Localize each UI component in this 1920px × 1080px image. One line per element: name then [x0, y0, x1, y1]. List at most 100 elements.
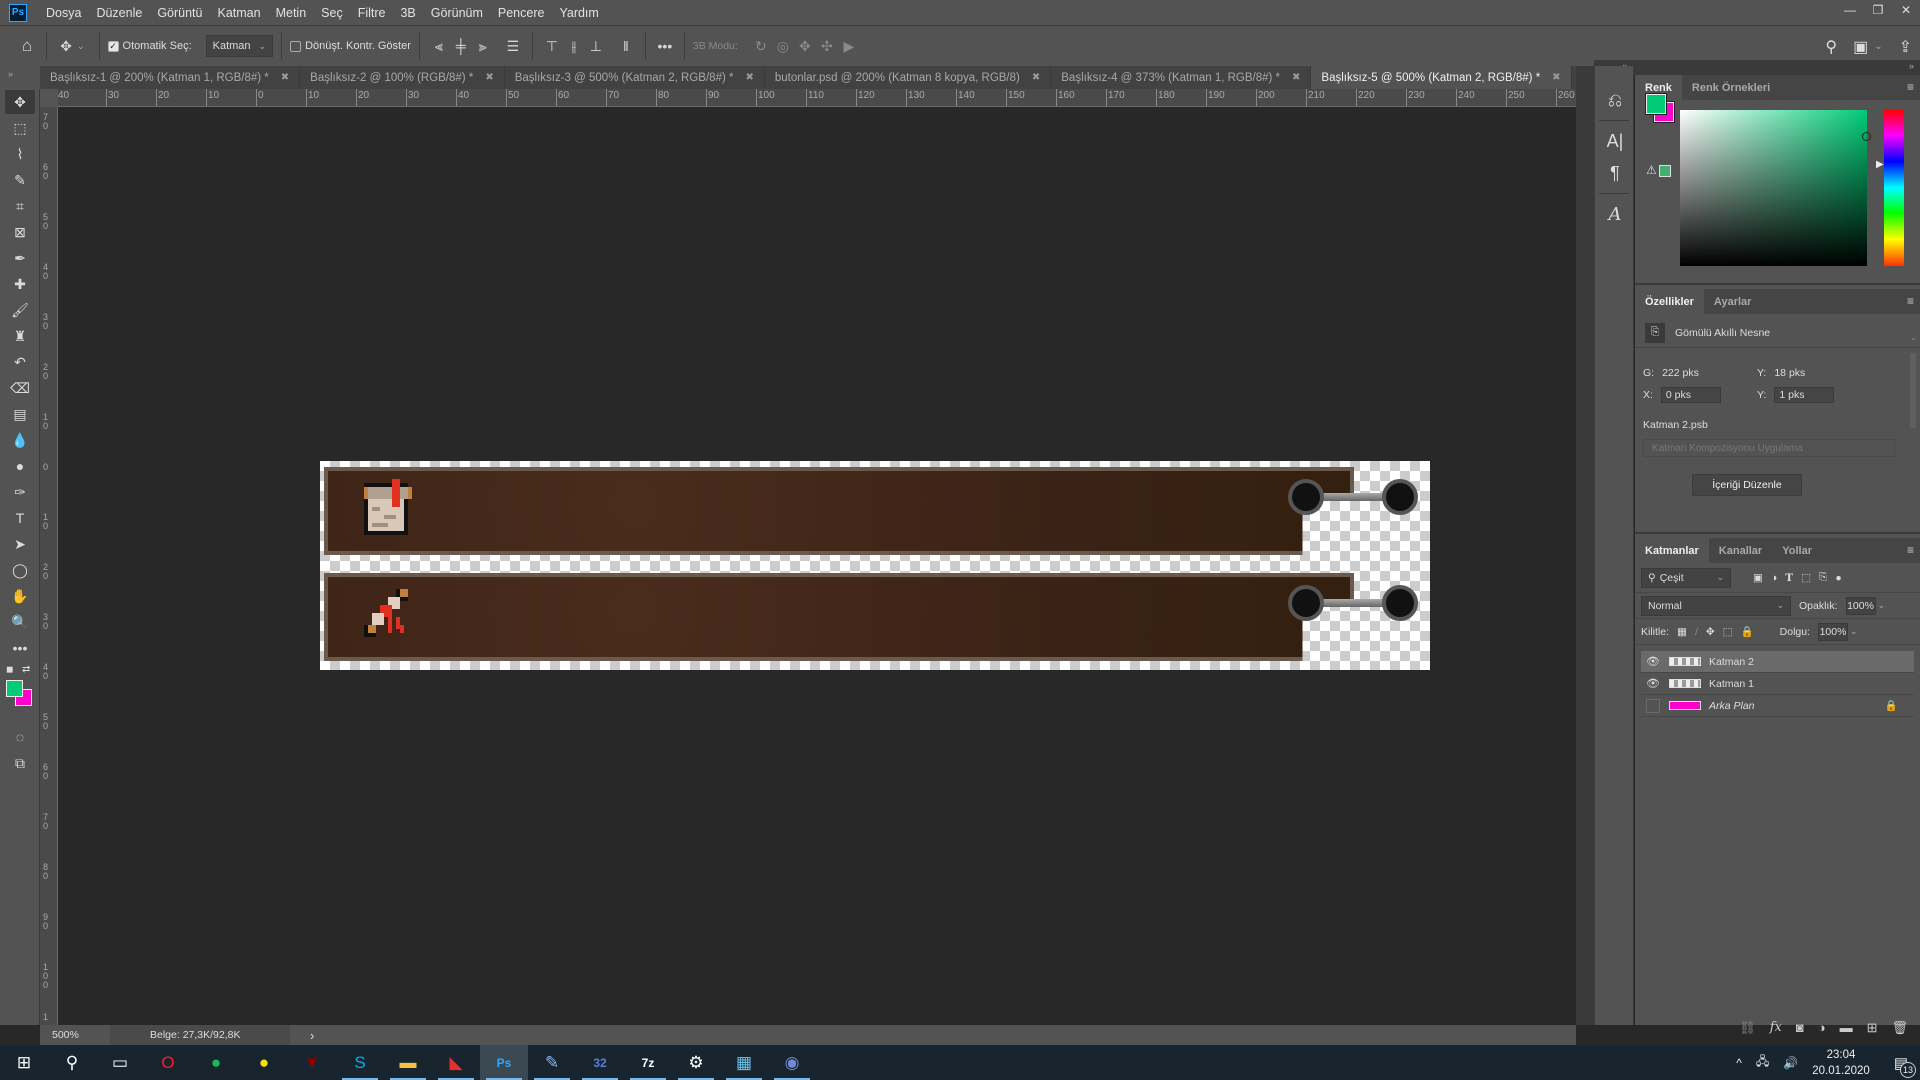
taskbar-paint-app-icon[interactable]: ✎ — [528, 1045, 576, 1080]
lock-all-icon[interactable]: 🔒 — [1741, 625, 1754, 638]
eyedropper-tool-icon[interactable]: ✒ — [5, 246, 35, 270]
auto-select-target-dropdown[interactable]: Katman ⌄ — [205, 35, 274, 57]
type-tool-icon[interactable]: T — [5, 506, 35, 530]
menu-sec[interactable]: Seç — [321, 6, 343, 20]
default-colors-icon[interactable]: ◼ — [6, 664, 13, 675]
taskbar-control-panel-icon[interactable]: ▦ — [720, 1045, 768, 1080]
distribute-horizontal-icon[interactable]: ‖ — [615, 38, 637, 54]
horizontal-ruler[interactable]: 40 30 20 10 0 10 20 30 40 50 60 70 80 90 100 110 120 130 1… — [58, 89, 1576, 107]
pan-3d-icon[interactable]: ✥ — [794, 38, 816, 55]
layer-row[interactable]: Arka Plan 🔒 — [1641, 695, 1914, 717]
distribute-vertical-icon[interactable]: ☰ — [502, 38, 524, 55]
taskbar-cinema4d-icon[interactable]: ◣ — [432, 1045, 480, 1080]
ruler-origin[interactable] — [40, 89, 58, 107]
show-transform-checkbox[interactable]: Dönüşt. Kontr. Göster — [290, 40, 411, 52]
vertical-ruler[interactable]: 70 60 50 40 30 20 10 0 10 20 30 40 50 60 70 80 90 100 1 — [40, 107, 58, 1025]
opacity-input[interactable]: 100% — [1845, 596, 1876, 615]
gamut-color-swatch[interactable] — [1659, 165, 1671, 177]
frame-tool-icon[interactable]: ⊠ — [5, 220, 35, 244]
taskbar-spotify-icon[interactable]: ● — [192, 1045, 240, 1080]
visibility-toggle[interactable] — [1646, 698, 1660, 713]
dodge-tool-icon[interactable]: ● — [5, 454, 35, 478]
camera-3d-icon[interactable]: ▶ — [838, 38, 860, 55]
tab-katmanlar[interactable]: Katmanlar — [1635, 538, 1709, 563]
expand-panels-icon[interactable]: » — [1909, 61, 1914, 71]
lock-artboard-icon[interactable]: ⬚ — [1723, 626, 1733, 638]
blend-mode-dropdown[interactable]: Normal ⌄ — [1641, 595, 1791, 616]
taskbar-skype-icon[interactable]: S — [336, 1045, 384, 1080]
panel-menu-icon[interactable]: ≡ — [1907, 80, 1914, 94]
document-info[interactable]: Belge: 27,3K/92,8K — [110, 1025, 290, 1045]
menu-metin[interactable]: Metin — [276, 6, 307, 20]
align-bottom-icon[interactable]: ⊥ — [585, 38, 607, 55]
volume-icon[interactable]: 🔊 — [1783, 1056, 1798, 1070]
filter-adjustment-icon[interactable]: ◑ — [1771, 572, 1777, 584]
quick-select-tool-icon[interactable]: ✎ — [5, 168, 35, 192]
filter-toggle-icon[interactable]: ● — [1835, 572, 1841, 584]
healing-brush-tool-icon[interactable]: ✚ — [5, 272, 35, 296]
edit-contents-button[interactable]: İçeriği Düzenle — [1692, 474, 1802, 496]
path-select-tool-icon[interactable]: ➤ — [5, 532, 35, 556]
canvas-workspace[interactable] — [58, 107, 1576, 1025]
menu-3b[interactable]: 3B — [400, 6, 415, 20]
marquee-tool-icon[interactable]: ⬚ — [5, 116, 35, 140]
taskbar-file-explorer-icon[interactable]: ▬ — [384, 1045, 432, 1080]
menu-yardim[interactable]: Yardım — [559, 6, 598, 20]
properties-scrollbar[interactable]: ⌃ — [1910, 337, 1918, 509]
orbit-3d-icon[interactable]: ↻ — [750, 38, 772, 55]
lock-paint-icon[interactable]: / — [1695, 626, 1698, 638]
taskbar-photoshop-icon[interactable]: Ps — [480, 1045, 528, 1080]
menu-filtre[interactable]: Filtre — [358, 6, 386, 20]
pen-tool-icon[interactable]: ✑ — [5, 480, 35, 504]
tab-ayarlar[interactable]: Ayarlar — [1704, 289, 1762, 314]
scroll-up-icon[interactable]: ⌃ — [1910, 337, 1917, 346]
new-layer-icon[interactable]: ⊞ — [1867, 1020, 1878, 1036]
blur-tool-icon[interactable]: 💧 — [5, 428, 35, 452]
align-left-icon[interactable]: ⫷ — [428, 38, 450, 55]
hue-slider[interactable] — [1884, 110, 1904, 266]
close-tab-icon[interactable]: ✖ — [1032, 72, 1040, 83]
layer-row[interactable]: 👁 Katman 1 — [1641, 673, 1914, 695]
network-icon[interactable]: 🖧 — [1756, 1052, 1769, 1073]
align-hcenter-icon[interactable]: ╪ — [450, 38, 472, 54]
close-tab-icon[interactable]: ✖ — [281, 72, 289, 83]
gradient-tool-icon[interactable]: ▤ — [5, 402, 35, 426]
gamut-warning-icon[interactable]: ⚠ — [1646, 163, 1657, 177]
saturation-value-picker[interactable] — [1680, 110, 1871, 266]
layer-filter-dropdown[interactable]: ⚲ Çeşit ⌄ — [1641, 567, 1731, 588]
screen-mode-icon[interactable]: ⧉ — [5, 751, 35, 775]
taskbar-discord-icon[interactable]: ◉ — [768, 1045, 816, 1080]
delete-layer-icon[interactable]: 🗑 — [1891, 1020, 1908, 1036]
search-icon[interactable]: ⚲ — [1825, 37, 1837, 57]
y-position-input[interactable]: 1 pks — [1774, 387, 1835, 403]
lasso-tool-icon[interactable]: ⌇ — [5, 142, 35, 166]
align-top-icon[interactable]: ⊤ — [541, 38, 563, 55]
lock-position-icon[interactable]: ✥ — [1706, 626, 1715, 638]
home-icon[interactable]: ⌂ — [16, 36, 38, 56]
width-value[interactable]: 222 pks — [1662, 367, 1699, 379]
menu-goruntu[interactable]: Görüntü — [157, 6, 202, 20]
minimize-button[interactable]: — — [1836, 0, 1864, 20]
opacity-slider-toggle[interactable]: ⌄ — [1878, 600, 1886, 611]
filter-shape-icon[interactable]: ⬚ — [1801, 572, 1811, 584]
link-layers-icon[interactable]: ⛓ — [1739, 1020, 1756, 1036]
lock-transparent-icon[interactable]: ▦ — [1677, 626, 1687, 638]
quick-mask-icon[interactable]: ◌ — [5, 725, 35, 749]
x-position-input[interactable]: 0 pks — [1660, 387, 1721, 403]
close-tab-icon[interactable]: ✖ — [1552, 72, 1560, 83]
tab-baslıksiz-2[interactable]: Başlıksız-2 @ 100% (RGB/8#) * ✖ — [300, 66, 505, 89]
tray-chevron-icon[interactable]: ^ — [1736, 1056, 1742, 1070]
move-tool-icon[interactable]: ✥ — [5, 90, 35, 114]
glyphs-panel-icon[interactable]: A — [1595, 194, 1635, 234]
more-tools-icon[interactable]: ••• — [5, 636, 35, 660]
clock[interactable]: 23:04 20.01.2020 — [1812, 1047, 1870, 1079]
layer-name[interactable]: Katman 2 — [1709, 656, 1754, 668]
close-tab-icon[interactable]: ✖ — [745, 72, 753, 83]
tab-renk-ornekleri[interactable]: Renk Örnekleri — [1682, 75, 1780, 100]
scrollbar-thumb[interactable] — [1910, 353, 1916, 428]
color-picker-cursor[interactable] — [1862, 132, 1871, 141]
menu-gorunum[interactable]: Görünüm — [431, 6, 483, 20]
clone-stamp-tool-icon[interactable]: ♜ — [5, 324, 35, 348]
brush-tool-icon[interactable]: 🖌 — [5, 298, 35, 322]
notification-center-icon[interactable]: ▤ 13 — [1894, 1054, 1916, 1078]
